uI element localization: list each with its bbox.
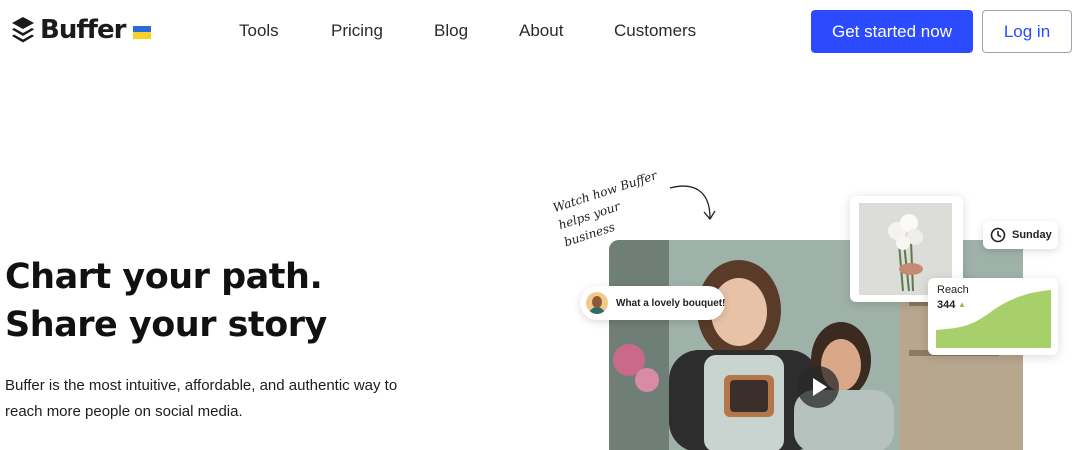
ukraine-flag-icon [133,25,152,39]
buffer-logo[interactable]: Buffer [10,15,152,45]
hero-headline: Chart your path. Share your story [5,253,327,349]
reach-card: Reach 344 ▲ [928,278,1058,355]
nav-item-tools[interactable]: Tools [239,20,279,42]
log-in-button[interactable]: Log in [982,10,1072,53]
comment-card: What a lovely bouquet! [580,286,725,320]
play-icon [813,378,827,396]
reach-label: Reach [937,284,969,296]
curved-arrow-icon [669,185,716,221]
buffer-stack-logo-icon [12,17,34,43]
schedule-day: Sunday [1012,229,1052,241]
reach-value: 344 [937,299,956,311]
reach-area-chart [936,290,1051,348]
nav-item-about[interactable]: About [519,20,563,42]
avatar [586,292,608,314]
play-button[interactable] [797,366,839,408]
get-started-button[interactable]: Get started now [811,10,973,53]
hero-subtext: Buffer is the most intuitive, affordable… [5,377,398,420]
headline-line-2: Share your story [5,305,327,345]
schedule-card: Sunday [983,221,1058,249]
nav-item-pricing[interactable]: Pricing [331,20,383,42]
brand-name: Buffer [40,15,126,45]
handwritten-note: Watch how Buffer helps your business [551,163,682,251]
site-header: Buffer Tools Pricing Blog About Customer… [0,0,1080,62]
nav-item-blog[interactable]: Blog [434,20,468,42]
headline-line-1: Chart your path. [5,257,323,297]
trend-up-icon: ▲ [958,300,966,309]
clock-icon [990,227,1006,243]
comment-text: What a lovely bouquet! [616,297,726,309]
nav-item-customers[interactable]: Customers [614,20,696,42]
